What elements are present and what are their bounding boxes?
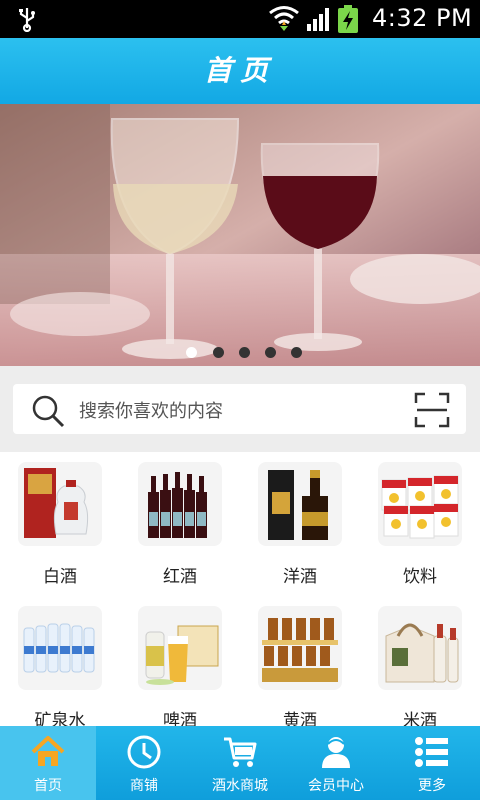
tab-label: 会员中心 [308, 778, 364, 794]
list-icon [415, 737, 448, 767]
banner-carousel[interactable] [0, 104, 480, 366]
huangjiu-thumb [258, 606, 342, 690]
search-placeholder: 搜索你喜欢的内容 [79, 401, 223, 422]
clock-icon [127, 735, 161, 769]
usb-icon [19, 8, 35, 32]
category-huangjiu[interactable]: 黄酒 [240, 596, 360, 733]
category-yinliao[interactable]: 饮料 [360, 452, 480, 589]
search-icon [32, 395, 65, 428]
carousel-dot-4[interactable] [265, 347, 276, 358]
search-input[interactable]: 搜索你喜欢的内容 [13, 384, 466, 434]
category-kuangquanshui[interactable]: 矿泉水 [0, 596, 120, 733]
tab-label: 更多 [418, 778, 446, 794]
carousel-dot-3[interactable] [239, 347, 250, 358]
category-baijiu[interactable]: 白酒 [0, 452, 120, 589]
bottom-tab-bar: 首页 商铺 酒水商城 会员中心 更多 [0, 726, 480, 800]
carousel-dot-2[interactable] [213, 347, 224, 358]
category-label: 饮料 [403, 567, 437, 587]
status-bar: 4:32 PM [0, 0, 480, 38]
app-header: 首页 [0, 38, 480, 104]
hongjiu-thumb [138, 462, 222, 546]
category-label: 洋酒 [283, 567, 317, 587]
clock-time: 4:32 PM [372, 4, 473, 32]
carousel-dot-1[interactable] [186, 347, 197, 358]
kuangquanshui-thumb [18, 606, 102, 690]
category-label: 红酒 [163, 567, 197, 587]
signal-icon [307, 8, 329, 31]
cart-icon [224, 737, 257, 767]
tab-label: 商铺 [130, 778, 158, 794]
tab-home[interactable]: 首页 [0, 726, 96, 800]
battery-icon [338, 5, 358, 33]
home-icon [31, 736, 65, 766]
baijiu-thumb [18, 462, 102, 546]
yinliao-thumb [378, 462, 462, 546]
search-section: 搜索你喜欢的内容 [0, 366, 480, 452]
yangjiu-thumb [258, 462, 342, 546]
category-yangjiu[interactable]: 洋酒 [240, 452, 360, 589]
tab-member[interactable]: 会员中心 [288, 726, 384, 800]
page-title: 首页 [203, 54, 276, 87]
carousel-dot-5[interactable] [291, 347, 302, 358]
wifi-icon [269, 6, 299, 31]
scan-icon[interactable] [414, 392, 450, 428]
tab-shops[interactable]: 商铺 [96, 726, 192, 800]
tab-mall[interactable]: 酒水商城 [192, 726, 288, 800]
tab-label: 首页 [34, 778, 62, 794]
category-hongjiu[interactable]: 红酒 [120, 452, 240, 589]
category-pijiu[interactable]: 啤酒 [120, 596, 240, 733]
banner-image [0, 104, 480, 366]
user-icon [322, 737, 350, 768]
category-mijiu[interactable]: 米酒 [360, 596, 480, 733]
category-label: 白酒 [43, 567, 77, 587]
tab-label: 酒水商城 [212, 778, 268, 794]
tab-more[interactable]: 更多 [384, 726, 480, 800]
category-grid: 白酒 红酒 洋酒 饮料 矿泉水 啤酒 黄酒 米酒 [0, 452, 480, 731]
pijiu-thumb [138, 606, 222, 690]
mijiu-thumb [378, 606, 462, 690]
